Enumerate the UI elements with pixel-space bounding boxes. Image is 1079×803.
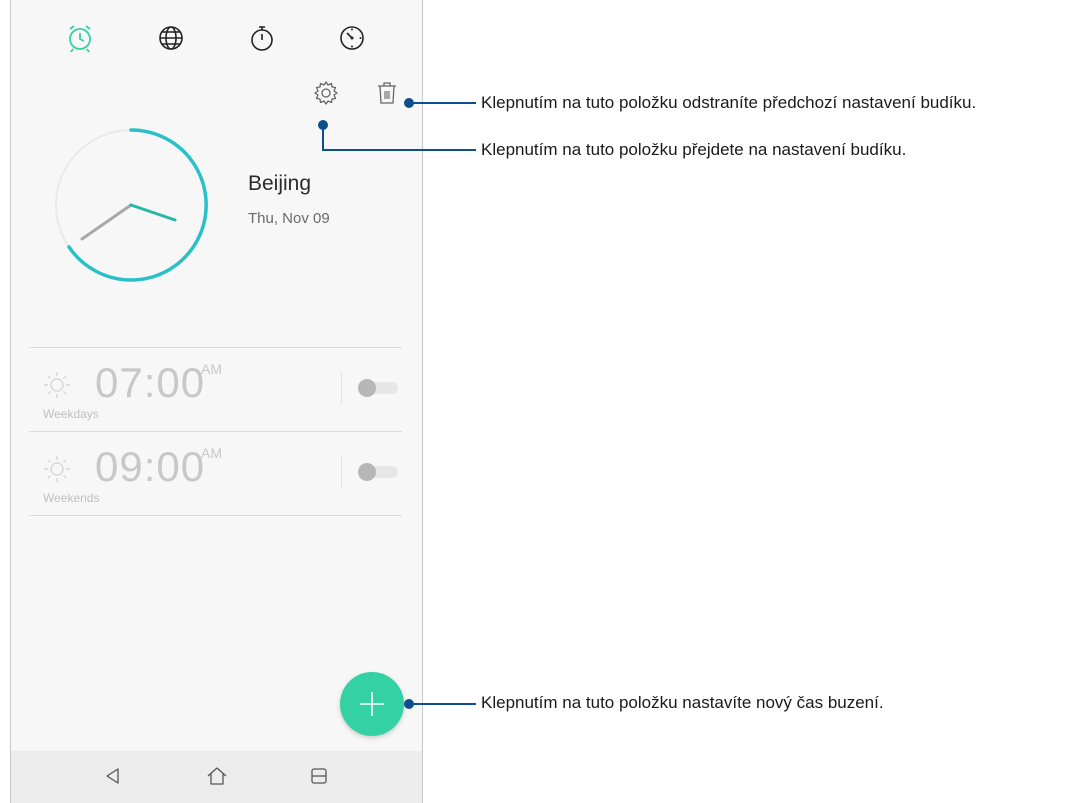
home-icon — [207, 767, 227, 785]
divider — [341, 456, 342, 488]
alarm-clock-icon — [69, 25, 91, 53]
current-date: Thu, Nov 09 — [248, 210, 330, 227]
callout-line — [322, 149, 476, 151]
recents-icon — [311, 768, 327, 784]
alarm-repeat: Weekends — [43, 491, 100, 505]
alarm-toggle[interactable] — [358, 379, 398, 397]
phone-screen: Beijing Thu, Nov 09 07:00 AM Weekdays 09… — [10, 0, 423, 803]
sun-icon — [44, 372, 70, 398]
navigation-bar — [11, 751, 422, 803]
callout-add: Klepnutím na tuto položku nastavíte nový… — [481, 693, 884, 712]
timer-icon — [340, 26, 364, 50]
alarm-time: 07:00 — [95, 359, 206, 406]
trash-icon — [378, 82, 396, 104]
back-button[interactable] — [99, 762, 127, 790]
gear-icon — [314, 81, 338, 105]
delete-button[interactable] — [372, 78, 402, 108]
globe-icon — [159, 26, 183, 50]
alarm-ampm: AM — [201, 445, 222, 461]
add-alarm-button[interactable] — [340, 672, 404, 736]
callout-delete: Klepnutím na tuto položku odstraníte pře… — [481, 93, 977, 112]
callout-line — [409, 703, 476, 705]
city-name: Beijing — [248, 172, 312, 195]
settings-button[interactable] — [311, 78, 341, 108]
alarm-item[interactable]: 07:00 AM Weekdays — [29, 349, 402, 431]
divider — [29, 347, 402, 348]
alarm-item[interactable]: 09:00 AM Weekends — [29, 433, 402, 515]
analog-clock — [55, 128, 208, 282]
divider — [29, 515, 402, 516]
callout-settings: Klepnutím na tuto položku přejdete na na… — [481, 140, 907, 159]
minute-hand — [80, 203, 133, 241]
callout-line — [322, 125, 324, 151]
stopwatch-icon — [251, 26, 273, 51]
sun-icon — [44, 456, 70, 482]
divider — [29, 431, 402, 432]
alarm-ampm: AM — [201, 361, 222, 377]
recents-button[interactable] — [305, 762, 333, 790]
timer-tab[interactable] — [334, 20, 370, 56]
alarm-tab[interactable] — [62, 20, 98, 56]
world-clock-tab[interactable] — [153, 20, 189, 56]
divider — [341, 372, 342, 404]
callout-line — [409, 102, 476, 104]
stopwatch-tab[interactable] — [244, 20, 280, 56]
alarm-toggle[interactable] — [358, 463, 398, 481]
alarm-repeat: Weekdays — [43, 407, 99, 421]
back-icon — [106, 768, 119, 784]
alarm-time: 09:00 — [95, 443, 206, 490]
plus-icon — [360, 692, 384, 716]
home-button[interactable] — [203, 762, 231, 790]
hour-hand — [129, 203, 177, 222]
